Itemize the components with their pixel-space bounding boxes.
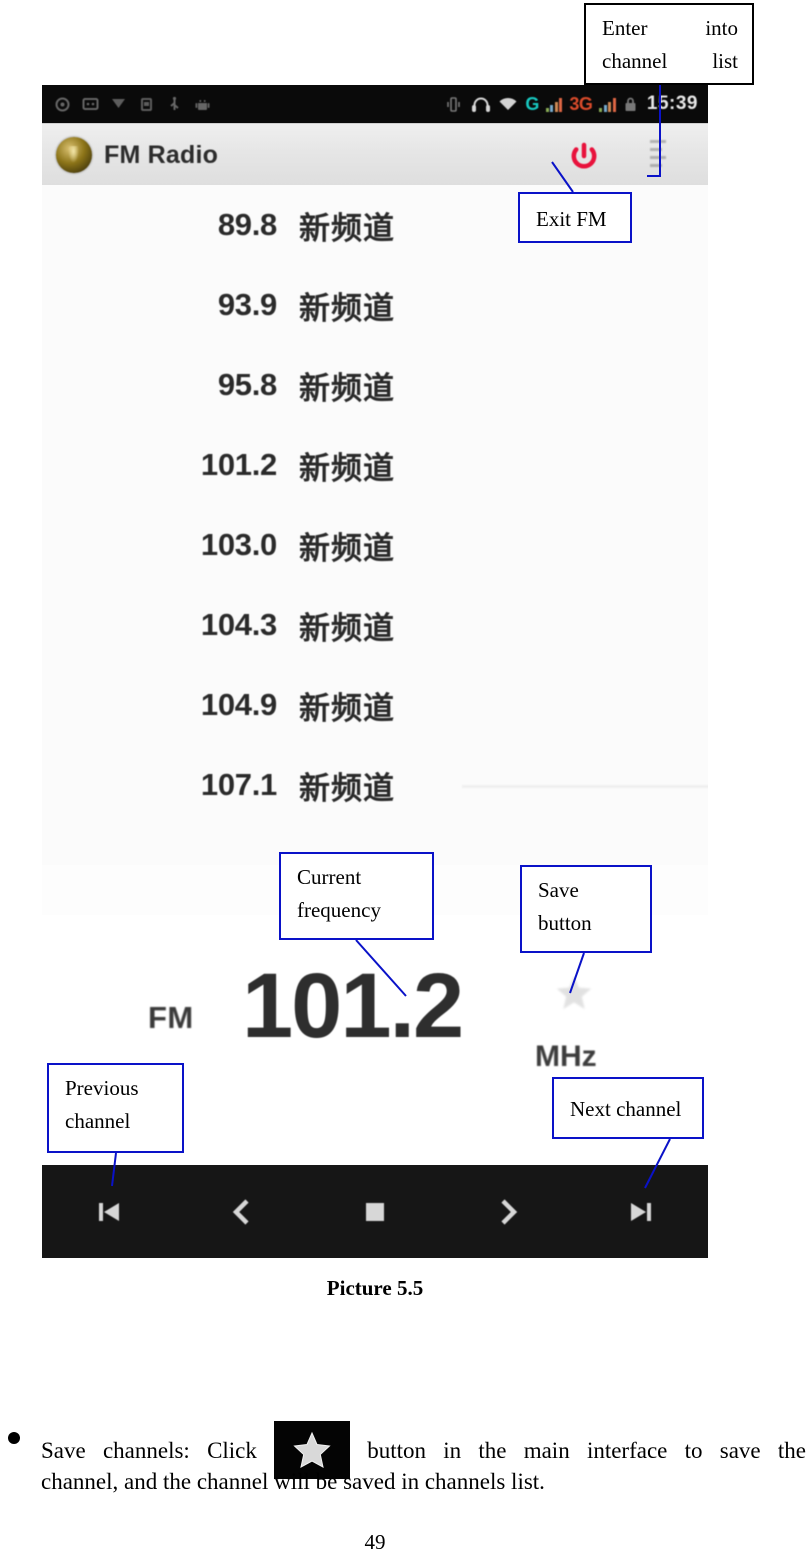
signal-bars-icon-1 — [545, 97, 563, 112]
status-bar-clock: 15:39 — [646, 93, 698, 114]
android-status-bar: G 3G 15:39 — [42, 85, 708, 123]
channel-frequency: 107.1 — [200, 767, 277, 802]
list-divider — [462, 785, 708, 788]
channel-frequency: 95.8 — [217, 367, 277, 402]
fm-radio-logo-icon — [56, 137, 92, 173]
callout-text: channel list — [602, 48, 738, 73]
status-bar-left-icons — [42, 96, 211, 113]
callout-text: Next channel — [570, 1097, 682, 1121]
paragraph-text-after-icon: button in the main interface to save the — [367, 1437, 806, 1463]
channel-list[interactable]: 89.8 新频道 93.9 新频道 95.8 新频道 101.2 新频道 103… — [42, 185, 708, 865]
picture-caption: Picture 5.5 — [326, 1276, 424, 1300]
band-label: FM — [148, 1000, 194, 1035]
callout-enter-into-channel-list: Enter into channel list — [584, 3, 754, 85]
channel-list-menu-icon[interactable] — [650, 140, 672, 170]
channel-name: 新频道 — [299, 610, 395, 646]
channel-name: 新频道 — [299, 210, 395, 246]
chevron-right-icon[interactable] — [481, 1185, 535, 1239]
callout-save-button: Save button — [520, 865, 652, 953]
channel-list-item[interactable]: 95.8 新频道 — [42, 345, 708, 425]
channel-list-item[interactable]: 93.9 新频道 — [42, 265, 708, 345]
channel-list-item[interactable]: 103.0 新频道 — [42, 505, 708, 585]
channel-frequency: 101.2 — [200, 447, 277, 482]
skip-previous-icon[interactable] — [82, 1185, 136, 1239]
vibrate-icon — [447, 96, 464, 113]
wifi-icon — [498, 96, 518, 113]
channel-frequency: 93.9 — [217, 287, 277, 322]
page-number: 49 — [364, 1530, 386, 1554]
channel-list-item[interactable]: 104.9 新频道 — [42, 665, 708, 745]
app-title: FM Radio — [104, 140, 219, 169]
channel-frequency: 89.8 — [217, 207, 277, 242]
message-icon — [82, 96, 99, 113]
bullet-point-icon — [8, 1432, 20, 1444]
channel-list-item[interactable]: 101.2 新频道 — [42, 425, 708, 505]
callout-text: Previous — [65, 1076, 139, 1100]
callout-text: Current — [297, 865, 362, 889]
lock-icon — [623, 96, 640, 113]
channel-name: 新频道 — [299, 530, 395, 566]
sim-card-icon — [138, 96, 155, 113]
chevron-left-icon[interactable] — [215, 1185, 269, 1239]
channel-name: 新频道 — [299, 690, 395, 726]
fm-radio-app-bar: FM Radio — [42, 123, 708, 186]
current-frequency-display: 101.2 — [242, 955, 464, 1057]
channel-list-item[interactable]: 104.3 新频道 — [42, 585, 708, 665]
callout-text: into — [705, 16, 738, 40]
android-robot-icon — [194, 96, 211, 113]
network-g-indicator: G — [525, 93, 539, 114]
callout-text: button — [538, 910, 592, 935]
download-icon — [110, 96, 127, 113]
callout-text: Save — [538, 878, 579, 902]
document-page: G 3G 15:39 FM Radio 89.8 新频道 93.9 新频道 95… — [0, 0, 807, 1567]
skip-next-icon[interactable] — [614, 1185, 668, 1239]
channel-name: 新频道 — [299, 770, 395, 806]
network-3g-indicator: 3G — [569, 93, 593, 114]
frequency-unit-label: MHz — [535, 1040, 597, 1073]
callout-text: Enter — [602, 16, 648, 40]
usb-icon — [166, 96, 183, 113]
star-save-icon[interactable] — [554, 973, 594, 1013]
callout-text: Exit FM — [536, 207, 607, 231]
power-off-icon[interactable] — [564, 136, 604, 176]
channel-name: 新频道 — [299, 290, 395, 326]
channel-frequency: 103.0 — [200, 527, 277, 562]
callout-text: channel — [65, 1108, 131, 1133]
signal-bars-icon-2 — [599, 97, 616, 112]
callout-text: frequency — [297, 897, 381, 922]
callout-exit-fm: Exit FM — [518, 192, 632, 243]
paragraph-text-before-icon: Save channels: Click — [41, 1437, 257, 1463]
sync-icon — [54, 96, 71, 113]
channel-frequency: 104.9 — [200, 687, 277, 722]
channel-name: 新频道 — [299, 370, 395, 406]
headset-icon — [471, 96, 491, 113]
callout-current-frequency: Current frequency — [279, 852, 434, 940]
callout-previous-channel: Previous channel — [47, 1063, 184, 1153]
status-bar-right-icons: G 3G 15:39 — [447, 85, 698, 123]
channel-frequency: 104.3 — [200, 607, 277, 642]
stop-square-icon[interactable] — [348, 1185, 402, 1239]
callout-next-channel: Next channel — [552, 1077, 704, 1139]
playback-control-bar — [42, 1165, 708, 1258]
paragraph-line-2: channel, and the channel will be saved i… — [41, 1469, 545, 1494]
channel-name: 新频道 — [299, 450, 395, 486]
